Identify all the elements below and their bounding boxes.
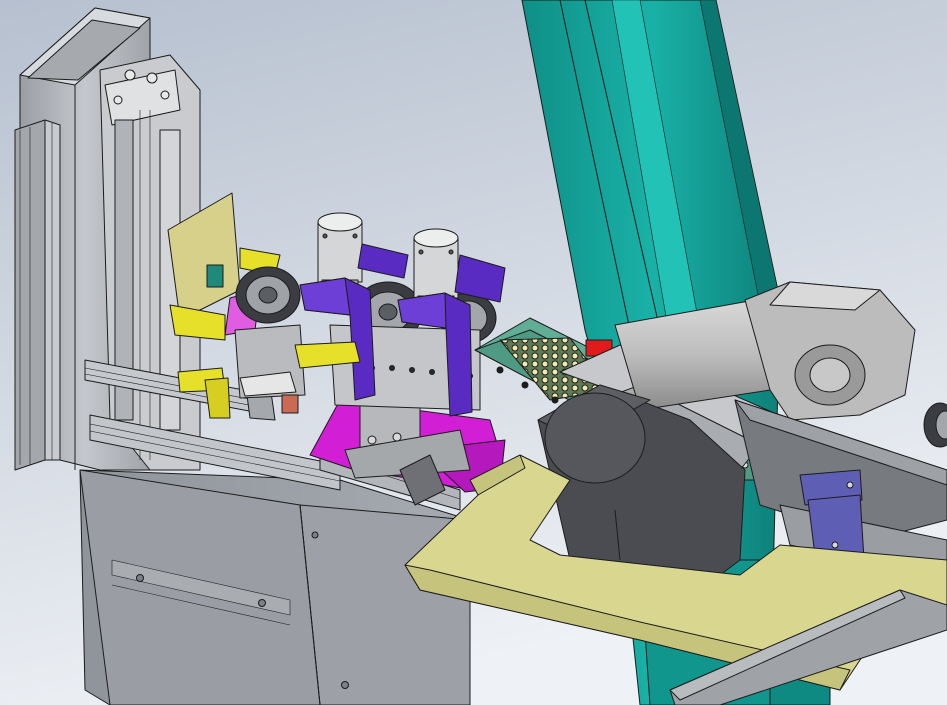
lower-cabinet[interactable] [79, 469, 471, 705]
cad-viewport[interactable] [0, 0, 947, 705]
assembly-model-render[interactable] [0, 0, 947, 705]
coupling-block [281, 394, 299, 414]
pulley-gear-left[interactable] [235, 266, 301, 324]
